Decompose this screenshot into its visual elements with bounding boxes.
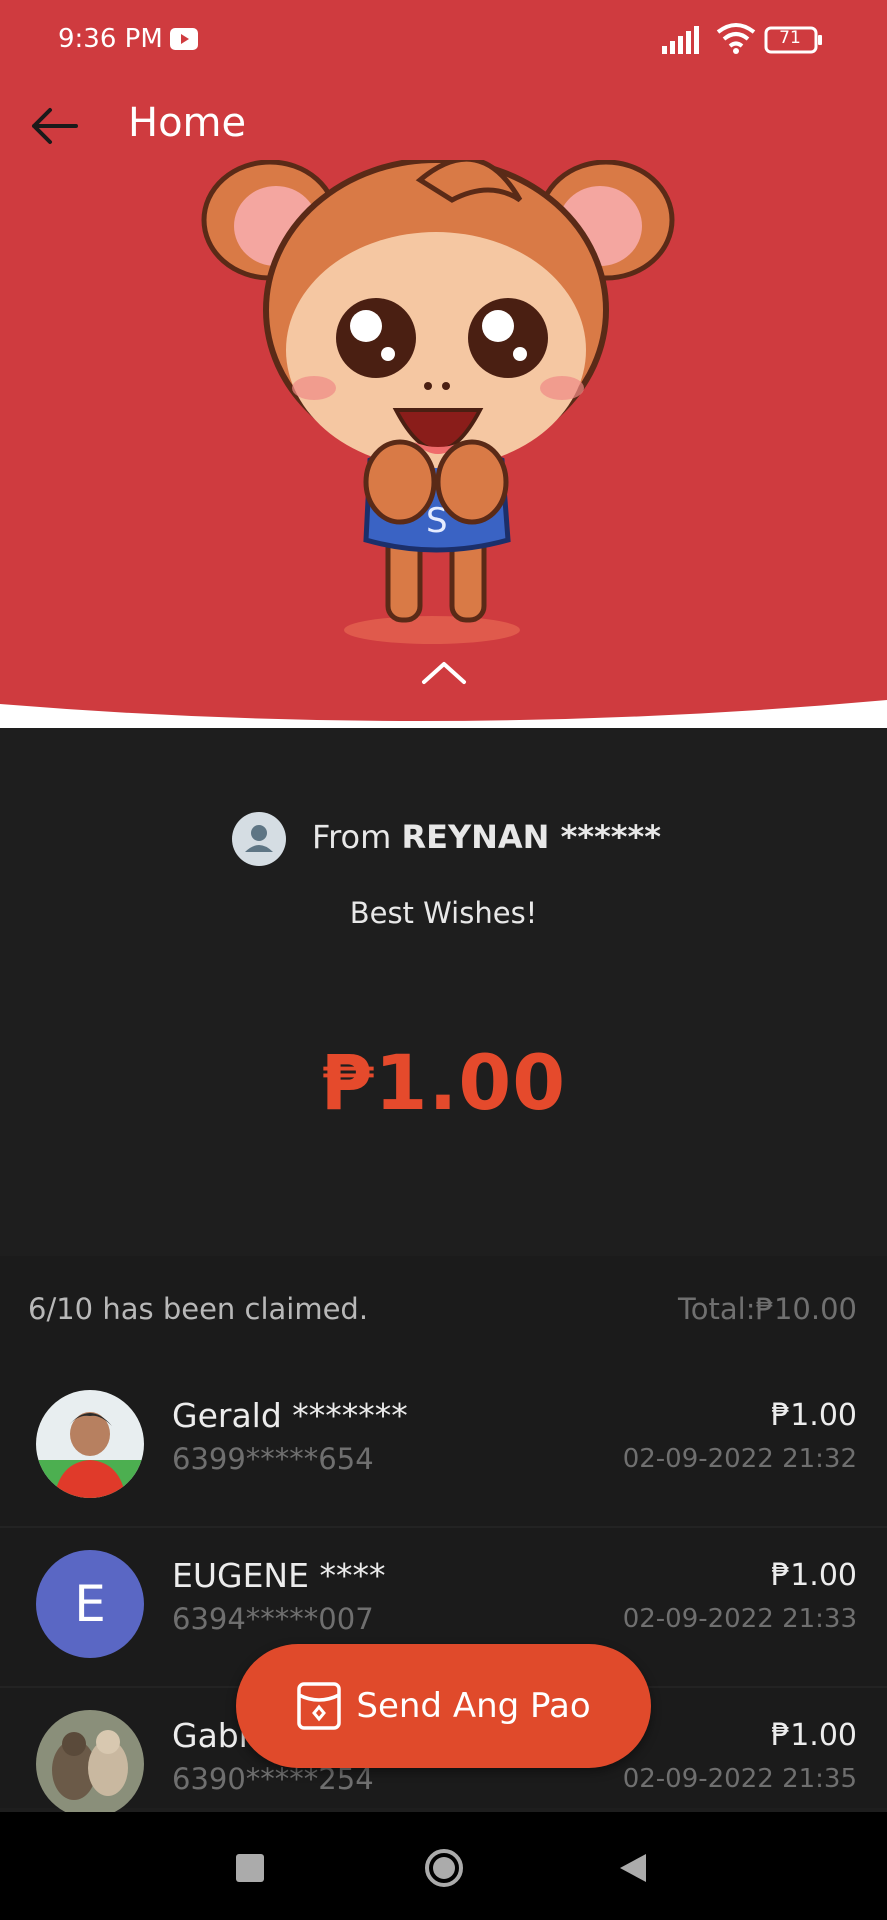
- signal-icon: [662, 26, 699, 54]
- header-banner: 9:36 PM 71 Home S: [0, 0, 887, 728]
- wifi-icon: [716, 23, 756, 54]
- received-amount: ₱1.00: [320, 1038, 567, 1127]
- user-photo: [36, 1710, 144, 1818]
- divider: [0, 1526, 887, 1528]
- claimer-phone: 6399*****654: [172, 1442, 374, 1476]
- chevron-up-icon[interactable]: [414, 652, 474, 692]
- claim-amount: ₱1.00: [771, 1398, 857, 1433]
- sender-avatar: [232, 812, 286, 866]
- claim-date: 02-09-2022 21:32: [622, 1444, 857, 1474]
- claim-amount: ₱1.00: [771, 1718, 857, 1753]
- avatar: [36, 1710, 144, 1818]
- claim-date: 02-09-2022 21:35: [622, 1764, 857, 1794]
- status-bar: 9:36 PM 71: [0, 0, 887, 80]
- status-time: 9:36 PM: [58, 24, 163, 54]
- claim-date: 02-09-2022 21:33: [622, 1604, 857, 1634]
- arrow-left-icon[interactable]: [26, 98, 82, 154]
- sender-prefix: From: [312, 818, 402, 856]
- youtube-icon: [170, 28, 198, 50]
- recents-icon[interactable]: [236, 1854, 264, 1882]
- claimer-name: Gerald *******: [172, 1396, 408, 1435]
- user-photo: [36, 1390, 144, 1498]
- send-ang-pao-label: Send Ang Pao: [356, 1686, 591, 1726]
- claimer-name: EUGENE ****: [172, 1556, 386, 1595]
- battery-level: 71: [779, 28, 801, 48]
- header-curve: [0, 700, 887, 728]
- send-ang-pao-button[interactable]: Send Ang Pao: [236, 1644, 651, 1768]
- avatar: E: [36, 1550, 144, 1658]
- sender-line: From REYNAN ******: [312, 818, 661, 856]
- claimed-total: Total:₱10.00: [678, 1292, 857, 1326]
- claim-amount: ₱1.00: [771, 1558, 857, 1593]
- red-envelope-icon: [297, 1682, 342, 1730]
- list-item[interactable]: Gerald ******* 6399*****654 ₱1.00 02-09-…: [0, 1370, 887, 1528]
- person-icon: [245, 825, 273, 852]
- claimed-summary: 6/10 has been claimed.: [28, 1292, 369, 1326]
- page-title: Home: [128, 100, 247, 146]
- back-triangle-icon[interactable]: [618, 1852, 648, 1884]
- sender-name: REYNAN ******: [401, 818, 661, 856]
- monkey-mascot-illustration: S: [201, 160, 675, 644]
- greeting-message: Best Wishes!: [349, 896, 538, 930]
- claimer-phone: 6394*****007: [172, 1602, 374, 1636]
- home-circle-icon[interactable]: [423, 1847, 465, 1889]
- avatar: [36, 1390, 144, 1498]
